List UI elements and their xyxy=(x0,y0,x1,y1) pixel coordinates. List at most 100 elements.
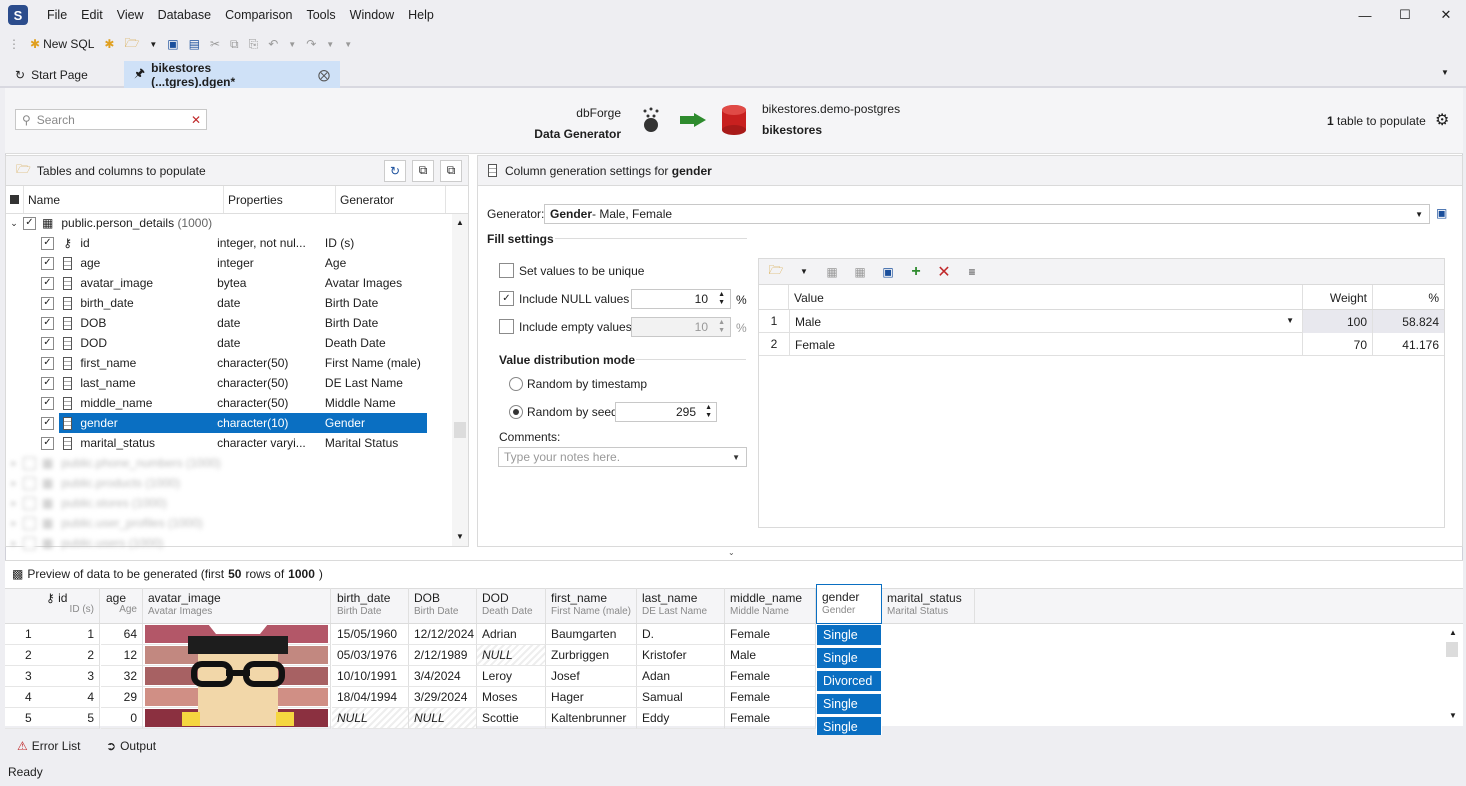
menu-item-tools[interactable]: Tools xyxy=(299,8,342,22)
preview-column-header[interactable]: birth_date Birth Date xyxy=(332,588,409,623)
menu-item-file[interactable]: File xyxy=(40,8,74,22)
column-checkbox[interactable]: ✓ xyxy=(41,396,54,410)
preview-column-header[interactable]: age Age xyxy=(101,588,143,623)
spinner-icon[interactable]: ▲ ▼ xyxy=(705,404,712,420)
close-window-button[interactable]: ✕ xyxy=(1426,0,1466,30)
comments-input[interactable]: Type your notes here. ▼ xyxy=(498,447,747,467)
preview-cell[interactable]: Female xyxy=(725,666,816,687)
preview-cell[interactable]: 0 xyxy=(101,708,143,729)
radio-seed[interactable] xyxy=(509,405,523,419)
tab-start-page[interactable]: ↻ Start Page xyxy=(5,61,121,88)
table-row-blurred[interactable]: ▸ ▦ public.user_profiles (1000) xyxy=(5,513,425,533)
preview-cell[interactable]: 2 xyxy=(41,645,100,666)
move-up-icon[interactable]: ▦ xyxy=(821,261,843,283)
column-checkbox[interactable]: ✓ xyxy=(41,376,54,390)
open-dropdown-button[interactable]: ▼ xyxy=(145,33,161,55)
preview-column-header[interactable]: DOB Birth Date xyxy=(409,588,477,623)
column-checkbox[interactable]: ✓ xyxy=(41,256,54,270)
value-cell[interactable]: Male ▼ xyxy=(789,309,1303,333)
empty-checkbox[interactable] xyxy=(499,319,514,334)
random-seed-option[interactable]: Random by seed xyxy=(509,405,618,419)
preview-column-header[interactable]: marital_status Marital Status xyxy=(882,588,975,623)
preview-cell[interactable]: 10/10/1991 xyxy=(332,666,409,687)
preview-scrollbar[interactable]: ▲ ▼ xyxy=(1444,624,1462,724)
value-row[interactable]: 2 Female 70 41.176 xyxy=(759,332,1444,356)
column-row[interactable]: ✓ middle_name character(50) Middle Name xyxy=(5,393,445,413)
delete-value-button[interactable]: ✕ xyxy=(933,261,955,283)
value-row[interactable]: 1 Male ▼ 100 58.824 xyxy=(759,309,1444,333)
preview-cell[interactable]: Kaltenbrunner xyxy=(546,708,637,729)
column-checkbox[interactable]: ✓ xyxy=(41,336,54,350)
gear-icon[interactable]: ⚙ xyxy=(1435,110,1449,130)
save-button[interactable]: ▣ xyxy=(163,33,182,55)
menu-item-help[interactable]: Help xyxy=(401,8,441,22)
clear-values-button[interactable]: ≡ xyxy=(961,261,983,283)
preview-cell[interactable]: 32 xyxy=(101,666,143,687)
move-down-icon[interactable]: ▦ xyxy=(849,261,871,283)
preview-cell[interactable]: Baumgarten xyxy=(546,624,637,645)
refresh-button[interactable]: ↻ xyxy=(384,159,406,182)
tab-document[interactable]: 🖈 bikestores (...tgres).dgen* ⨂ xyxy=(124,61,340,89)
preview-cell[interactable]: 12/12/2024 xyxy=(409,624,477,645)
maximize-button[interactable]: ☐ xyxy=(1385,0,1425,30)
preview-cell[interactable]: Josef xyxy=(546,666,637,687)
table-row-blurred[interactable]: ▸ ▦ public.stores (1000) xyxy=(5,493,425,513)
avatar-image-cell[interactable] xyxy=(143,624,331,645)
preview-cell[interactable]: Samual xyxy=(637,687,725,708)
table-row-blurred[interactable]: ▸ ▦ public.products (1000) xyxy=(5,473,425,493)
redo-button[interactable]: ↷ xyxy=(302,33,320,55)
preview-cell[interactable]: 3/29/2024 xyxy=(409,687,477,708)
avatar-image-cell[interactable] xyxy=(143,666,331,687)
redo-dropdown-button[interactable]: ▼ xyxy=(322,33,338,55)
tabs-dropdown-icon[interactable]: ▼ xyxy=(1441,68,1449,77)
column-row[interactable]: ✓ marital_status character varyi... Mari… xyxy=(5,433,445,453)
expand-icon[interactable]: ⌄ xyxy=(5,218,23,229)
preview-cell[interactable]: 2/12/1989 xyxy=(409,645,477,666)
new-document-button[interactable]: ✱ xyxy=(100,33,118,55)
preview-cell[interactable]: 3/4/2024 xyxy=(409,666,477,687)
preview-cell[interactable]: Female xyxy=(725,708,816,729)
preview-column-header[interactable]: last_name DE Last Name xyxy=(637,588,725,623)
column-checkbox[interactable]: ✓ xyxy=(41,236,54,250)
menu-item-view[interactable]: View xyxy=(110,8,151,22)
add-value-button[interactable]: + xyxy=(905,261,927,283)
close-tab-icon[interactable]: ⨂ xyxy=(318,68,330,82)
column-checkbox[interactable]: ✓ xyxy=(41,296,54,310)
preview-cell[interactable]: 5 xyxy=(41,708,100,729)
preview-cell[interactable]: Kristofer xyxy=(637,645,725,666)
table-row-blurred[interactable]: ▸ ▦ public.phone_numbers (1000) xyxy=(5,453,425,473)
save-generator-icon[interactable]: ▣ xyxy=(1436,206,1447,220)
output-tab[interactable]: ➲ Output xyxy=(106,739,156,753)
preview-gender-cell[interactable]: Single xyxy=(816,693,882,715)
preview-cell[interactable]: 29 xyxy=(101,687,143,708)
cut-button[interactable]: ✂ xyxy=(206,33,224,55)
weight-column-header[interactable]: Weight xyxy=(1303,285,1373,309)
preview-cell[interactable]: Leroy xyxy=(477,666,546,687)
table-row-blurred[interactable]: ▸ ▦ public.users (1000) xyxy=(5,533,425,553)
menu-item-database[interactable]: Database xyxy=(151,8,219,22)
value-cell[interactable]: Female xyxy=(789,332,1303,356)
weight-cell[interactable]: 70 xyxy=(1303,332,1373,356)
load-values-button[interactable]: 🗁 xyxy=(765,261,787,283)
menu-item-edit[interactable]: Edit xyxy=(74,8,110,22)
menu-item-comparison[interactable]: Comparison xyxy=(218,8,299,22)
preview-cell[interactable]: 12 xyxy=(101,645,143,666)
preview-cell[interactable]: 1 xyxy=(41,624,100,645)
preview-cell[interactable]: Female xyxy=(725,624,816,645)
column-row[interactable]: ✓ first_name character(50) First Name (m… xyxy=(5,353,445,373)
preview-column-header[interactable]: middle_name Middle Name xyxy=(725,588,816,623)
preview-cell[interactable]: Male xyxy=(725,645,816,666)
preview-cell[interactable]: Eddy xyxy=(637,708,725,729)
properties-column-header[interactable]: Properties xyxy=(224,186,336,213)
spinner-icon[interactable]: ▲ ▼ xyxy=(718,291,725,307)
random-timestamp-option[interactable]: Random by timestamp xyxy=(509,377,647,391)
column-row[interactable]: ✓ gender character(10) Gender xyxy=(5,413,445,433)
expand-all-button[interactable]: ⧉ xyxy=(440,159,462,182)
toolbar-overflow-button[interactable]: ▼ xyxy=(340,33,356,55)
preview-cell[interactable]: 4 xyxy=(41,687,100,708)
preview-cell[interactable]: 18/04/1994 xyxy=(332,687,409,708)
undo-dropdown-button[interactable]: ▼ xyxy=(284,33,300,55)
column-checkbox[interactable]: ✓ xyxy=(41,416,54,430)
generator-select[interactable]: Gender - Male, Female ▼ xyxy=(544,204,1430,224)
paste-button[interactable]: ⎘ xyxy=(245,33,263,55)
